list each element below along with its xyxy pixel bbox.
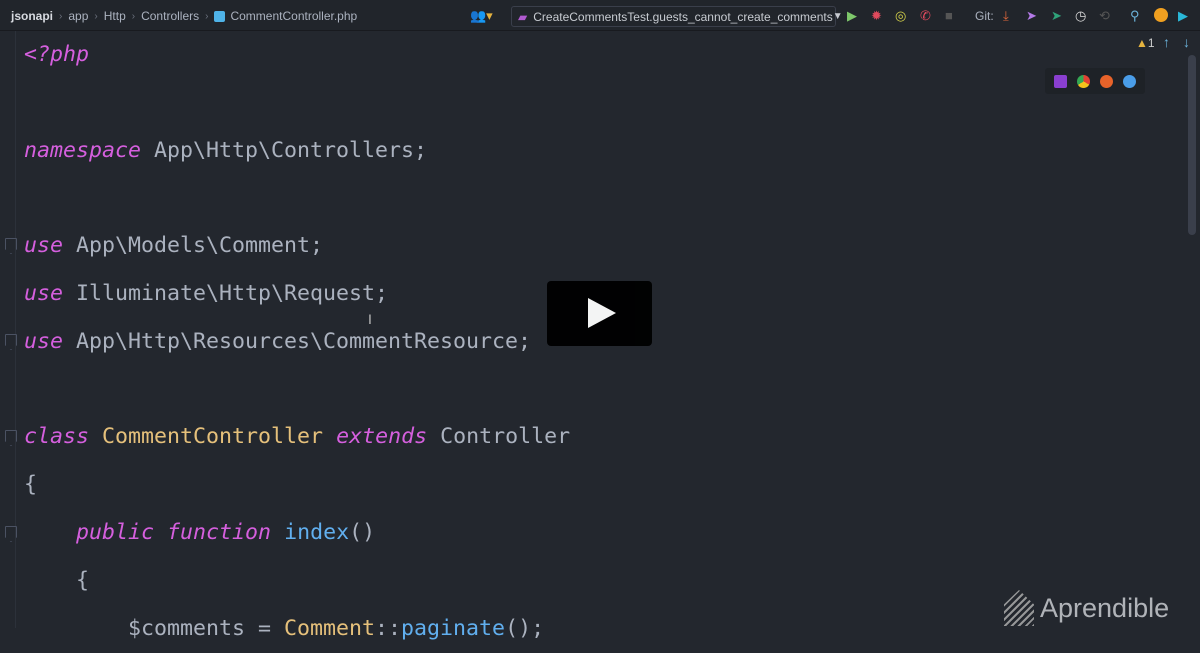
chrome-icon[interactable]	[1077, 74, 1090, 88]
code-keyword: extends	[336, 424, 428, 450]
code-keyword: namespace	[24, 137, 142, 163]
code-line[interactable]: <?php	[24, 31, 89, 79]
code-line[interactable]: class CommentController extends Controll…	[24, 413, 570, 461]
git-label: Git:	[975, 9, 994, 23]
code-line[interactable]: {	[24, 461, 37, 509]
stop-icon[interactable]: ■	[945, 8, 953, 24]
history-icon[interactable]: ◷	[1075, 8, 1086, 24]
code-function-name: paginate	[401, 615, 506, 641]
code-keyword: use	[24, 233, 64, 259]
coverage-icon[interactable]: ◎	[895, 8, 906, 24]
video-play-button[interactable]	[547, 281, 652, 346]
code-keyword: class	[24, 424, 90, 450]
code-text: {	[24, 567, 90, 593]
code-text: Controller	[427, 424, 571, 450]
search-icon[interactable]: ⚲	[1130, 8, 1140, 24]
breadcrumb-http[interactable]: Http	[104, 9, 126, 23]
breadcrumb-file[interactable]: CommentController.php	[230, 9, 357, 23]
git-commit-icon[interactable]: ➤	[1026, 8, 1037, 24]
code-line[interactable]: public function index()	[24, 509, 375, 557]
run-configuration-select[interactable]: ▰ CreateCommentsTest.guests_cannot_creat…	[511, 6, 843, 27]
breadcrumb-project[interactable]: jsonapi	[11, 9, 53, 23]
php-class-icon	[214, 10, 226, 22]
code-keyword: use	[24, 281, 64, 306]
git-push-icon[interactable]: ➤	[1051, 8, 1062, 24]
scrollbar[interactable]	[1188, 55, 1196, 235]
update-icon[interactable]	[1154, 8, 1168, 22]
code-keyword: use	[24, 328, 64, 354]
previous-highlight-icon[interactable]: ↑	[1163, 34, 1170, 50]
warning-count: 1	[1147, 36, 1155, 50]
code-keyword: function	[167, 520, 272, 545]
code-text: App\Http\Controllers;	[141, 137, 428, 163]
code-text: $comments =	[24, 615, 285, 641]
code-text: ();	[505, 615, 545, 641]
breadcrumb-controllers[interactable]: Controllers	[141, 9, 199, 23]
code-keyword: <?php	[24, 42, 90, 67]
logo-text: Aprendible	[1040, 592, 1170, 623]
breadcrumb-app[interactable]: app	[68, 9, 88, 23]
code-line[interactable]: namespace App\Http\Controllers;	[24, 127, 427, 175]
code-text: ()	[349, 520, 376, 545]
code-text: Illuminate\Http\Request;	[63, 281, 389, 306]
profiler-icon[interactable]: ✆	[920, 8, 931, 24]
logo-mark-icon	[1004, 590, 1034, 626]
run-configuration-label: CreateCommentsTest.guests_cannot_create_…	[533, 9, 833, 24]
code-class-name: CommentController	[102, 424, 324, 450]
code-class-name: Comment	[284, 615, 376, 641]
rollback-icon[interactable]: ⟲	[1099, 8, 1110, 24]
code-keyword: public	[76, 520, 155, 545]
code-text: ::	[375, 615, 402, 641]
users-icon[interactable]: 👥▾	[470, 8, 493, 24]
run-icon[interactable]: ▶	[847, 8, 857, 24]
code-with-me-icon[interactable]: ▶	[1178, 8, 1188, 24]
code-line[interactable]: use Illuminate\Http\Request;	[24, 270, 388, 318]
code-line[interactable]: {	[24, 557, 89, 605]
browser-popup	[1045, 68, 1145, 94]
next-highlight-icon[interactable]: ↓	[1183, 34, 1190, 50]
firefox-icon[interactable]	[1100, 74, 1113, 88]
warning-icon: ▲	[1136, 36, 1148, 50]
chevron-down-icon: ▼	[832, 11, 843, 22]
breadcrumb: jsonapi › app › Http › Controllers › Comment…	[11, 9, 358, 23]
code-function-name: index	[284, 520, 350, 545]
code-text: {	[24, 472, 38, 498]
test-config-icon: ▰	[518, 9, 528, 24]
phpstorm-icon[interactable]	[1054, 74, 1067, 88]
warnings-indicator[interactable]: ▲1	[1136, 36, 1155, 50]
safari-icon[interactable]	[1123, 74, 1136, 88]
code-text: App\Http\Resources\CommentResource;	[63, 328, 532, 354]
code-line[interactable]: use App\Models\Comment;	[24, 222, 323, 270]
debug-icon[interactable]: ✹	[871, 8, 882, 24]
git-update-icon[interactable]: ⤓	[1003, 8, 1009, 24]
code-text: App\Models\Comment;	[63, 233, 324, 259]
aprendible-logo: Aprendible	[1004, 590, 1169, 626]
text-cursor-icon: I	[368, 311, 372, 327]
code-line[interactable]: $comments = Comment::paginate();	[24, 605, 544, 653]
toolbar: jsonapi › app › Http › Controllers › Comment…	[0, 0, 1200, 31]
code-line[interactable]: use App\Http\Resources\CommentResource;	[24, 318, 531, 366]
